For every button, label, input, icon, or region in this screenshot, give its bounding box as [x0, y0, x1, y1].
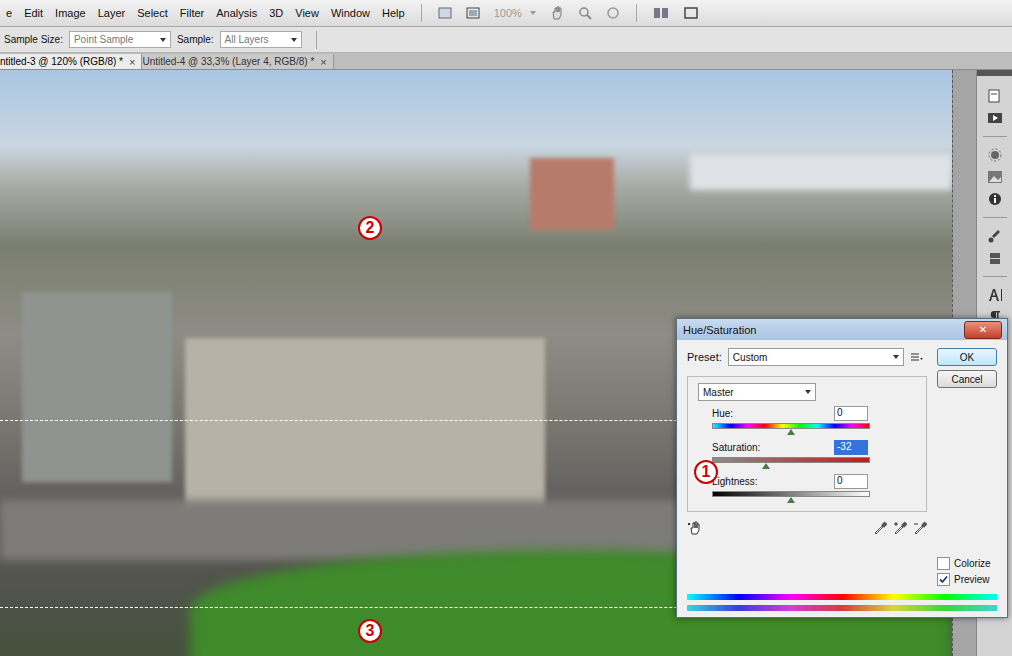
slider-value-field[interactable]: 0 [834, 474, 868, 489]
adjustment-group: Master Hue: 0 Saturation: -32 Lightness: 0 [687, 376, 927, 512]
slider-track[interactable] [712, 423, 870, 429]
info-icon[interactable] [986, 191, 1004, 207]
separator [316, 31, 317, 49]
menu-item[interactable]: Layer [94, 5, 132, 21]
menu-item[interactable]: View [291, 5, 325, 21]
slider-row: Lightness: 0 [712, 474, 916, 505]
sample-select[interactable]: All Layers [220, 31, 302, 48]
actions-icon[interactable] [986, 110, 1004, 126]
rotate-icon[interactable] [605, 5, 621, 21]
clone-source-icon[interactable] [986, 250, 1004, 266]
slider-thumb[interactable] [762, 463, 770, 469]
annotation-marker: 3 [358, 619, 382, 643]
slider-thumb[interactable] [787, 497, 795, 503]
document-tab[interactable]: Untitled-4 @ 33,3% (Layer 4, RGB/8) *× [142, 54, 333, 69]
menu-item[interactable]: Help [378, 5, 411, 21]
options-bar: Sample Size: Point Sample Sample: All Layer… [0, 27, 1012, 53]
slider-row: Hue: 0 [712, 406, 916, 437]
screen-mode-icon[interactable] [682, 5, 700, 21]
slider-thumb[interactable] [787, 429, 795, 435]
checkbox[interactable]: Colorize [937, 557, 997, 570]
dialog-title-bar: Hue/Saturation ✕ [677, 319, 1007, 340]
hand-icon[interactable] [549, 5, 565, 21]
menu-item[interactable]: Edit [20, 5, 49, 21]
zoom-dropdown: 100% [494, 7, 536, 19]
check-icon [938, 574, 949, 585]
history-icon[interactable] [986, 88, 1004, 104]
eyedropper-icon[interactable] [873, 521, 887, 535]
menu-item[interactable]: Analysis [212, 5, 263, 21]
menu-item[interactable]: Filter [176, 5, 210, 21]
slider-label: Hue: [712, 408, 733, 419]
slider-value-field[interactable]: -32 [834, 440, 868, 455]
annotation-marker: 1 [694, 460, 718, 484]
checkbox-box[interactable] [937, 573, 950, 586]
sample-label: Sample: [177, 34, 214, 45]
document-tab[interactable]: ntitled-3 @ 120% (RGB/8) *× [0, 54, 142, 69]
close-button[interactable]: ✕ [964, 321, 1002, 339]
adjusted-spectrum-bar [687, 605, 997, 611]
tab-close-button[interactable]: × [320, 56, 326, 68]
separator [421, 4, 422, 22]
tab-close-button[interactable]: × [129, 56, 135, 68]
on-image-adjust-icon[interactable] [687, 520, 703, 536]
slider-label: Saturation: [712, 442, 760, 453]
dialog-button[interactable]: OK [937, 348, 997, 366]
slider-track[interactable] [712, 457, 870, 463]
menu-item[interactable]: e [2, 5, 18, 21]
sample-size-label: Sample Size: [4, 34, 63, 45]
slider-track[interactable] [712, 491, 870, 497]
character-icon[interactable] [986, 287, 1004, 303]
menu-item[interactable]: Window [327, 5, 376, 21]
preset-label: Preset: [687, 351, 722, 363]
menu-item[interactable]: Select [133, 5, 174, 21]
slider-value-field[interactable]: 0 [834, 406, 868, 421]
preset-options-icon[interactable] [910, 351, 924, 363]
eyedropper-plus-icon[interactable] [893, 521, 907, 535]
view-extras-icon[interactable] [465, 5, 481, 21]
slider-label: Lightness: [712, 476, 758, 487]
bridge-icon[interactable] [437, 5, 453, 21]
separator [636, 4, 637, 22]
document-tabs: ntitled-3 @ 120% (RGB/8) *×Untitled-4 @ … [0, 53, 1012, 70]
menu-bar: eEditImageLayerSelectFilterAnalysis3DVie… [0, 0, 1012, 27]
dialog-title: Hue/Saturation [683, 324, 756, 336]
menu-item[interactable]: Image [51, 5, 92, 21]
adjustments-icon[interactable] [986, 147, 1004, 163]
arrange-icon[interactable] [652, 5, 670, 21]
annotation-marker: 2 [358, 216, 382, 240]
image-icon[interactable] [986, 169, 1004, 185]
channel-dropdown[interactable]: Master [698, 383, 816, 401]
checkbox[interactable]: Preview [937, 573, 997, 586]
sample-size-select[interactable]: Point Sample [69, 31, 171, 48]
hue-saturation-dialog: Hue/Saturation ✕ Preset: Custom Master Hue: 0 S… [676, 318, 1008, 618]
photoshop-window: eEditImageLayerSelectFilterAnalysis3DVie… [0, 0, 1012, 656]
spectrum-bar [687, 594, 997, 600]
checkbox-box[interactable] [937, 557, 950, 570]
slider-row: Saturation: -32 [712, 440, 916, 471]
eyedropper-minus-icon[interactable] [913, 521, 927, 535]
dialog-button[interactable]: Cancel [937, 370, 997, 388]
zoom-icon[interactable] [577, 5, 593, 21]
menu-item[interactable]: 3D [265, 5, 289, 21]
preset-dropdown[interactable]: Custom [728, 348, 904, 366]
brush-icon[interactable] [986, 228, 1004, 244]
